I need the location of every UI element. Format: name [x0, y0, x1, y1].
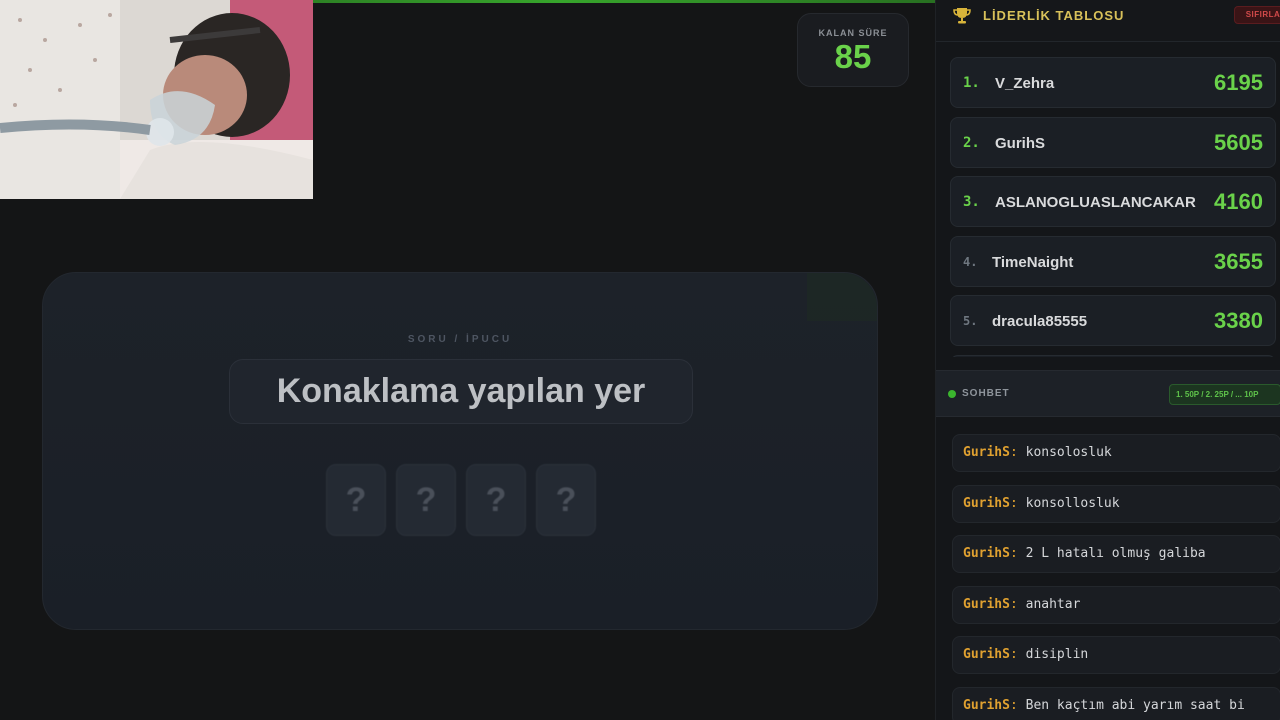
leaderboard-row: 3. ASLANOGLUASLANCAKAR 4160 [950, 176, 1276, 227]
chat-list[interactable]: GurihS: konsolosluk GurihS: konsollosluk… [952, 434, 1280, 720]
leaderboard-score: 3655 [1214, 248, 1263, 274]
chat-text: 2 L hatalı olmuş galiba [1025, 546, 1206, 562]
leaderboard-header: LİDERLİK TABLOSU SIFIRLA [936, 0, 1280, 42]
leaderboard-name: dracula85555 [992, 313, 1088, 330]
leaderboard-rank: 4. [963, 254, 978, 269]
answer-tile: ? [396, 464, 456, 536]
side-panel: LİDERLİK TABLOSU SIFIRLA 1. V_Zehra 6195… [935, 0, 1280, 720]
leaderboard-score: 5605 [1214, 129, 1263, 155]
leaderboard-row: 2. GurihS 5605 [950, 116, 1276, 168]
chat-username: GurihS [963, 546, 1010, 562]
chat-message: GurihS: Ben kaçtım abi yarım saat bi [952, 686, 1280, 720]
chat-username: GurihS [963, 445, 1010, 460]
timer-box: KALAN SÜRE 85 [797, 13, 909, 87]
leaderboard-score: 3380 [1214, 308, 1263, 333]
leaderboard-row [950, 354, 1276, 357]
leaderboard-row: 5. dracula85555 3380 [950, 295, 1276, 346]
stage: KALAN SÜRE 85 SORU / İPUCU Konaklama yap… [0, 0, 1280, 720]
chat-text: konsolosluk [1025, 445, 1112, 460]
timer-value: 85 [834, 38, 872, 75]
chat-header: SOHBET 1. 50P / 2. 25P / ... 10P [936, 370, 1280, 417]
chat-username: GurihS [963, 647, 1010, 663]
chat-username: GurihS [963, 596, 1010, 612]
reset-button[interactable]: SIFIRLA [1234, 6, 1280, 24]
timer-label: KALAN SÜRE [818, 28, 888, 38]
leaderboard-name: GurihS [995, 134, 1046, 152]
chat-title: SOHBET [962, 388, 1010, 399]
question-text: Konaklama yapılan yer [229, 359, 693, 424]
chat-message: GurihS: konsolosluk [952, 434, 1280, 472]
chat-message: GurihS: konsollosluk [952, 484, 1280, 523]
trophy-icon [952, 6, 972, 26]
chat-message: GurihS: anahtar [952, 585, 1280, 624]
leaderboard-rank: 1. [963, 75, 980, 91]
answer-tile: ? [466, 464, 526, 536]
live-dot-icon [948, 390, 956, 398]
webcam-feed [0, 0, 313, 199]
points-badge: 1. 50P / 2. 25P / ... 10P [1169, 384, 1280, 405]
chat-text: disiplin [1025, 647, 1089, 663]
card-corner-tint [807, 273, 877, 321]
chat-message: GurihS: 2 L hatalı olmuş galiba [952, 535, 1280, 574]
question-label: SORU / İPUCU [407, 334, 513, 345]
leaderboard-list: 1. V_Zehra 6195 2. GurihS 5605 3. ASLANO… [950, 57, 1276, 357]
answer-tile: ? [536, 464, 596, 536]
chat-text: Ben kaçtım abi yarım saat bi [1025, 697, 1245, 713]
leaderboard-name: V_Zehra [995, 75, 1055, 92]
leaderboard-rank: 2. [963, 134, 980, 151]
leaderboard-title: LİDERLİK TABLOSU [983, 8, 1125, 23]
leaderboard-score: 6195 [1214, 70, 1263, 95]
chat-username: GurihS [963, 697, 1010, 713]
leaderboard-name: ASLANOGLUASLANCAKAR [995, 194, 1196, 211]
leaderboard-row: 1. V_Zehra 6195 [950, 57, 1276, 108]
leaderboard-score: 4160 [1214, 189, 1263, 214]
answer-tiles: ? ? ? ? [326, 464, 596, 536]
chat-text: anahtar [1025, 596, 1081, 612]
answer-tile: ? [326, 464, 386, 536]
leaderboard-rank: 5. [963, 314, 978, 328]
leaderboard-name: TimeNaight [992, 253, 1074, 271]
leaderboard-row: 4. TimeNaight 3655 [950, 235, 1276, 287]
chat-text: konsollosluk [1025, 495, 1120, 511]
leaderboard-rank: 3. [963, 194, 980, 210]
question-card: SORU / İPUCU Konaklama yapılan yer ? ? ?… [42, 272, 878, 630]
chat-message: GurihS: disiplin [952, 636, 1280, 675]
chat-username: GurihS [963, 495, 1010, 511]
